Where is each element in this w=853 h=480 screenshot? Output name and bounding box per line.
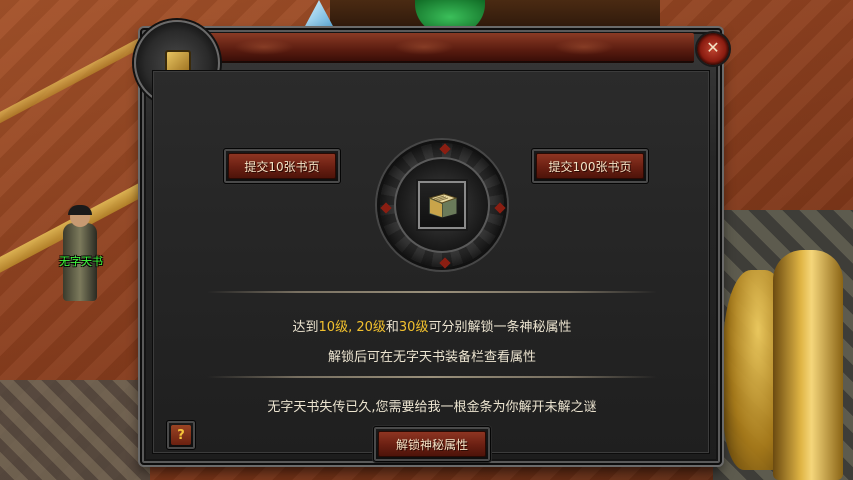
stone-floor xyxy=(0,380,150,480)
level-20-highlight: 20级 xyxy=(356,320,386,335)
story-text: 无字天书失传已久,您需要给我一根金条为你解开未解之谜 xyxy=(267,400,597,415)
divider-bottom xyxy=(207,376,657,378)
ornament-mark xyxy=(439,257,451,269)
level-30-highlight: 30级 xyxy=(398,320,429,335)
ornament-mark xyxy=(380,202,392,214)
title-ornament xyxy=(554,39,614,55)
ornament-mark xyxy=(494,202,506,214)
dialog-content: 提交10张书页 提交100张书页 达到10级, 20级和30级可分别解锁一条神秘… xyxy=(152,70,710,462)
wuzi-tianshu-dialog: ✕ 提交10张书页 提交100张书页 达到10级, 20级和30级可分别解锁一条… xyxy=(134,20,731,465)
golden-pillar xyxy=(773,250,843,480)
level-10-highlight: 10级 xyxy=(318,320,349,335)
title-bar[interactable] xyxy=(194,33,694,63)
unlock-attribute-button[interactable]: 解锁神秘属性 xyxy=(373,426,491,462)
submit-10-pages-button[interactable]: 提交10张书页 xyxy=(223,148,341,184)
npc-hat xyxy=(68,205,92,215)
close-button[interactable]: ✕ xyxy=(695,31,731,67)
unlock-view-text: 解锁后可在无字天书装备栏查看属性 xyxy=(327,350,536,365)
unlock-attribute-label: 解锁神秘属性 xyxy=(395,437,468,452)
ornament-mark xyxy=(439,143,451,155)
divider-top xyxy=(207,291,657,293)
book-icon xyxy=(428,192,458,219)
title-ornament xyxy=(394,39,454,55)
npc-name-label: 无字天书 xyxy=(59,255,103,268)
submit-100-pages-button[interactable]: 提交100张书页 xyxy=(531,148,649,184)
submit-10-pages-label: 提交10张书页 xyxy=(244,159,320,174)
title-ornament xyxy=(234,39,294,55)
item-slot[interactable] xyxy=(418,181,466,229)
item-ornament-frame xyxy=(377,140,507,270)
help-button[interactable]: ? xyxy=(166,420,196,450)
question-icon: ? xyxy=(177,427,185,443)
submit-100-pages-label: 提交100张书页 xyxy=(548,159,632,174)
close-icon: ✕ xyxy=(706,38,720,57)
npc-character[interactable]: 无字天书 xyxy=(55,205,105,305)
unlock-levels-text: 达到10级, 20级和30级可分别解锁一条神秘属性 xyxy=(292,320,572,335)
